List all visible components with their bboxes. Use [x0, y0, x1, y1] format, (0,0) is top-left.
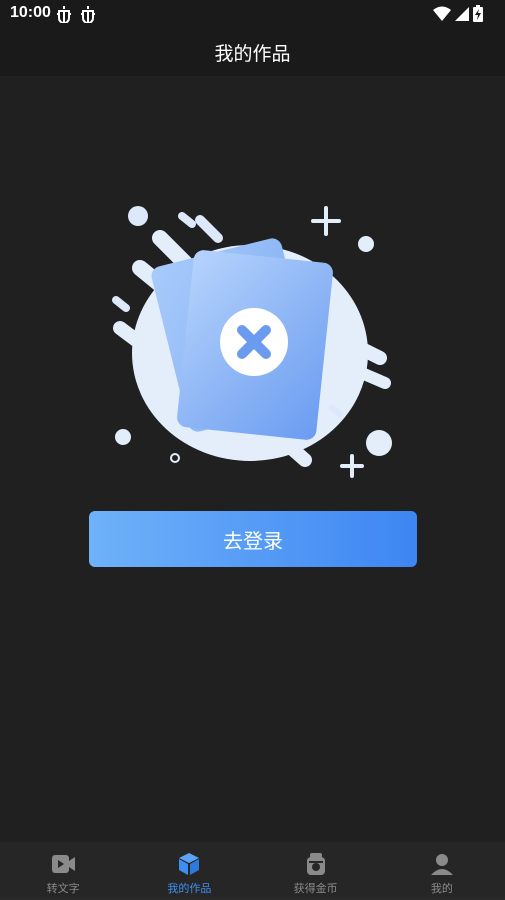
login-button[interactable]: 去登录	[89, 511, 417, 567]
bug-icon	[57, 6, 71, 23]
tab-earn-coins[interactable]: 获得金币	[253, 842, 379, 898]
signal-icon	[455, 6, 469, 21]
tab-my-works[interactable]: 我的作品	[126, 842, 252, 898]
status-time: 10:00	[10, 4, 51, 21]
page-title: 我的作品	[214, 42, 291, 65]
bug-icon	[81, 6, 95, 23]
user-icon	[430, 854, 453, 875]
battery-charging-icon	[473, 5, 483, 22]
status-icons	[433, 5, 483, 22]
bottom-tab-bar: 转文字 我的作品 获得金币 我的	[0, 842, 505, 898]
tab-label: 我的作品	[167, 882, 212, 895]
tab-profile[interactable]: 我的	[379, 842, 505, 898]
app-header: 我的作品	[0, 28, 505, 76]
video-icon	[52, 855, 76, 873]
wifi-icon	[433, 6, 451, 21]
status-bar: 10:00	[0, 0, 505, 28]
empty-works-illustration	[112, 206, 392, 478]
tab-transcribe[interactable]: 转文字	[0, 842, 126, 898]
tab-label: 获得金币	[293, 882, 338, 895]
tab-label: 我的	[430, 882, 453, 895]
cube-icon	[179, 853, 200, 875]
coin-machine-icon	[306, 853, 325, 875]
tab-label: 转文字	[46, 882, 80, 895]
